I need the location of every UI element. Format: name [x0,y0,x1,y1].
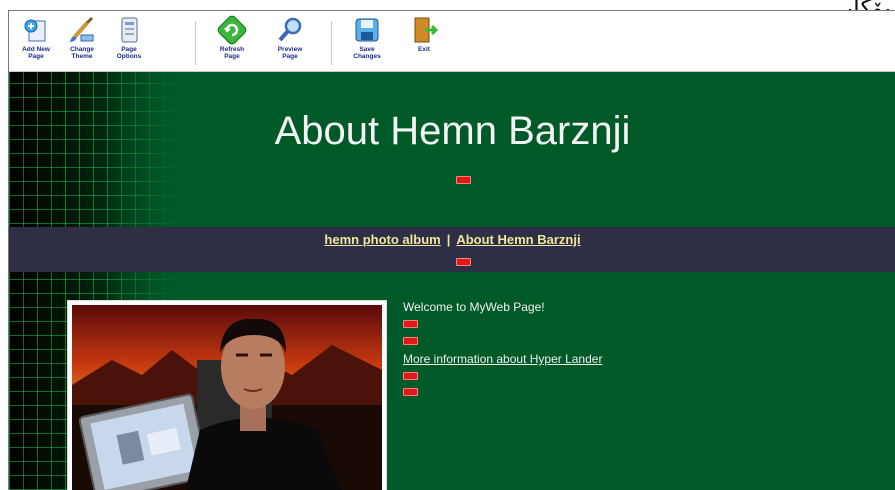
navigation-bar: hemn photo album | About Hemn Barznji [9,227,895,272]
edit-tag[interactable] [403,372,418,380]
toolbar: Add New Page Change Theme Page Options R… [9,11,895,72]
edit-tag[interactable] [456,258,471,266]
nav-separator: | [446,232,451,247]
exit-label: Exit [418,46,430,53]
edit-tag[interactable] [403,337,418,345]
page-options-icon [121,17,138,43]
profile-photo[interactable] [67,300,387,490]
preview-page-label: Preview Page [277,46,303,60]
nav-link-photo-album[interactable]: hemn photo album [324,232,440,247]
toolbar-separator [331,21,332,65]
page-canvas: About Hemn Barznji hemn photo album | Abou… [9,72,895,490]
edit-tag[interactable] [403,388,418,396]
exit-icon [414,17,439,43]
photo-image [72,305,382,490]
page-options-label: Page Options [116,46,142,60]
add-new-page-label: Add New Page [22,46,50,60]
nav-links: hemn photo album | About Hemn Barznji [9,232,895,247]
save-icon [355,18,379,42]
change-theme-button[interactable]: Change Theme [59,15,105,69]
change-theme-label: Change Theme [70,46,94,60]
nav-link-about[interactable]: About Hemn Barznji [456,232,580,247]
more-information-link[interactable]: More information about Hyper Lander [403,352,602,366]
refresh-page-button[interactable]: Refresh Page [209,15,255,69]
page-options-button[interactable]: Page Options [106,15,152,69]
change-theme-icon [70,16,94,42]
edit-tag[interactable] [456,176,471,184]
editor-window: Add New Page Change Theme Page Options R… [8,10,895,490]
preview-icon [278,17,302,42]
refresh-page-label: Refresh Page [219,46,245,60]
toolbar-separator [195,21,196,65]
edit-tag[interactable] [403,320,418,328]
portrait-image [72,305,382,490]
exit-button[interactable]: Exit [401,15,447,69]
refresh-icon [217,15,247,45]
add-new-page-button[interactable]: Add New Page [13,15,59,69]
welcome-text[interactable]: Welcome to MyWeb Page! [403,300,545,314]
save-changes-label: Save Changes [353,46,381,60]
save-changes-button[interactable]: Save Changes [344,15,390,69]
page-title[interactable]: About Hemn Barznji [9,109,895,154]
preview-page-button[interactable]: Preview Page [267,15,313,69]
add-page-icon [24,19,46,42]
